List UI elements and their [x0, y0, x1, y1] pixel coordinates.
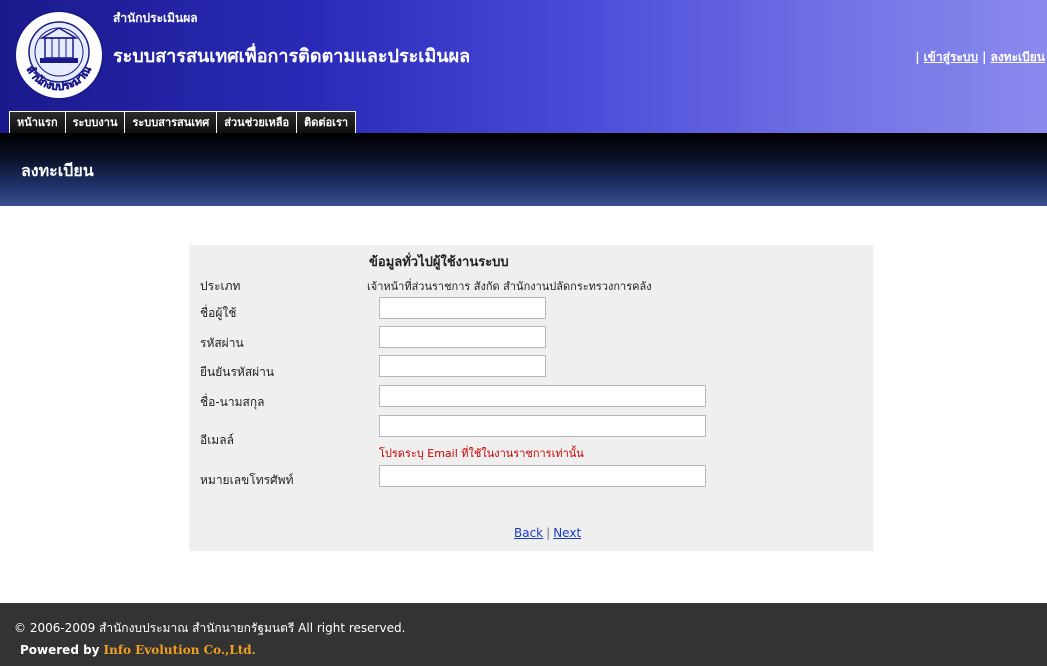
menu-item-home[interactable]: หน้าแรก — [10, 111, 66, 134]
registration-form: ข้อมูลทั่วไปผู้ใช้งานระบบ ประเภท เจ้าหน้… — [189, 245, 873, 551]
fullname-input[interactable] — [379, 385, 706, 407]
confirm-password-input[interactable] — [379, 355, 546, 377]
form-navigation: Back | Next — [514, 526, 581, 540]
top-links-separator: | — [915, 50, 920, 64]
phone-input[interactable] — [379, 465, 706, 487]
powered-by-label: Powered by — [20, 643, 100, 657]
page-title: ลงทะเบียน — [21, 161, 94, 180]
password-label: รหัสผ่าน — [200, 336, 244, 350]
menu-item-systems[interactable]: ระบบงาน — [65, 111, 126, 134]
back-link[interactable]: Back — [514, 526, 543, 540]
menu-item-contact[interactable]: ติดต่อเรา — [297, 111, 357, 134]
copyright-text: © 2006-2009 สำนักงบประมาณ สำนักนายกรัฐมน… — [14, 621, 406, 635]
page-title-band: ลงทะเบียน — [0, 133, 1047, 206]
menu-item-help[interactable]: ส่วนช่วยเหลือ — [217, 111, 298, 134]
page: สำนักงบประมาณ สำนักประเมินผล ระบบสารสนเท… — [0, 0, 1047, 666]
email-hint: โปรดระบุ Email ที่ใช้ในงานราชการเท่านั้น — [379, 447, 584, 460]
type-label: ประเภท — [200, 279, 241, 293]
confirm-password-label: ยืนยันรหัสผ่าน — [200, 365, 275, 379]
footer: © 2006-2009 สำนักงบประมาณ สำนักนายกรัฐมน… — [0, 603, 1047, 666]
phone-label: หมายเลขโทรศัพท์ — [200, 473, 294, 487]
email-input[interactable] — [379, 415, 706, 437]
main-menu: หน้าแรก ระบบงาน ระบบสารสนเทศ ส่วนช่วยเหล… — [9, 111, 357, 134]
powered-by: Powered by Info Evolution Co.,Ltd. — [20, 643, 256, 657]
register-link[interactable]: ลงทะเบียน — [990, 50, 1045, 64]
username-label: ชื่อผู้ใช้ — [200, 306, 237, 320]
fullname-label: ชื่อ-นามสกุล — [200, 395, 265, 409]
type-value: เจ้าหน้าที่ส่วนราชการ สังกัด สำนักงานปลั… — [367, 280, 652, 293]
org-name: สำนักประเมินผล — [113, 11, 198, 25]
next-link[interactable]: Next — [553, 526, 581, 540]
system-title: ระบบสารสนเทศเพื่อการติดตามและประเมินผล — [113, 46, 471, 67]
form-heading: ข้อมูลทั่วไปผู้ใช้งานระบบ — [369, 255, 509, 270]
menu-item-information-systems[interactable]: ระบบสารสนเทศ — [125, 111, 218, 134]
powered-by-company: Info Evolution Co.,Ltd. — [103, 643, 256, 657]
form-nav-separator: | — [546, 526, 551, 540]
password-input[interactable] — [379, 326, 546, 348]
budget-bureau-seal-logo: สำนักงบประมาณ — [14, 10, 104, 100]
top-links-separator: | — [982, 50, 987, 64]
top-links: | เข้าสู่ระบบ | ลงทะเบียน — [911, 48, 1045, 67]
header: สำนักงบประมาณ สำนักประเมินผล ระบบสารสนเท… — [0, 0, 1047, 134]
username-input[interactable] — [379, 297, 546, 319]
email-label: อีเมลล์ — [200, 433, 234, 447]
login-link[interactable]: เข้าสู่ระบบ — [924, 50, 979, 64]
